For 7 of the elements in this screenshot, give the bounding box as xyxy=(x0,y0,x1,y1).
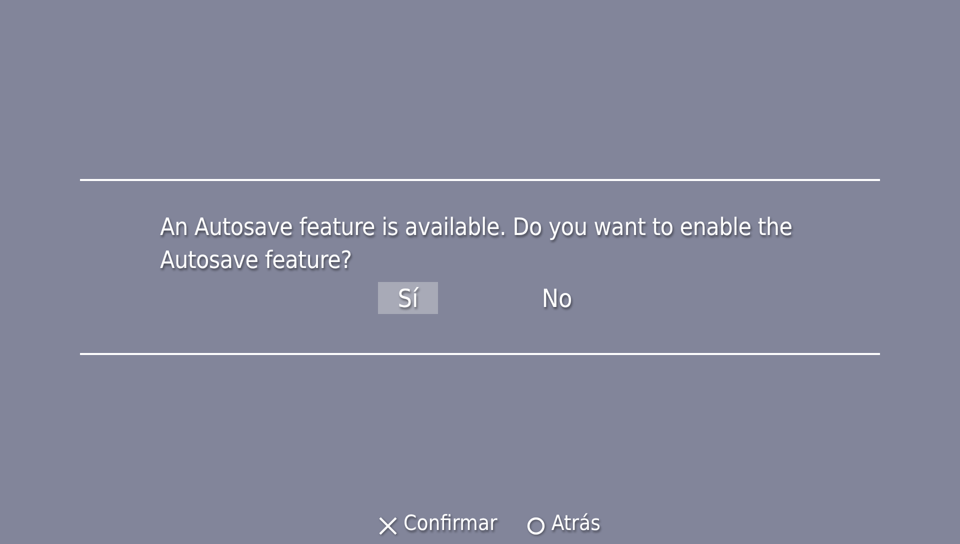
option-button[interactable]: Sí xyxy=(378,282,438,314)
option-button[interactable]: No xyxy=(527,282,587,314)
button-hint: Atrás xyxy=(551,511,600,535)
circle-icon xyxy=(527,517,546,535)
button-hint: Confirmar xyxy=(404,511,498,535)
dialog-message: An Autosave feature is available. Do you want to enable the Autosave feature? xyxy=(160,212,794,276)
cross-icon xyxy=(378,516,398,536)
